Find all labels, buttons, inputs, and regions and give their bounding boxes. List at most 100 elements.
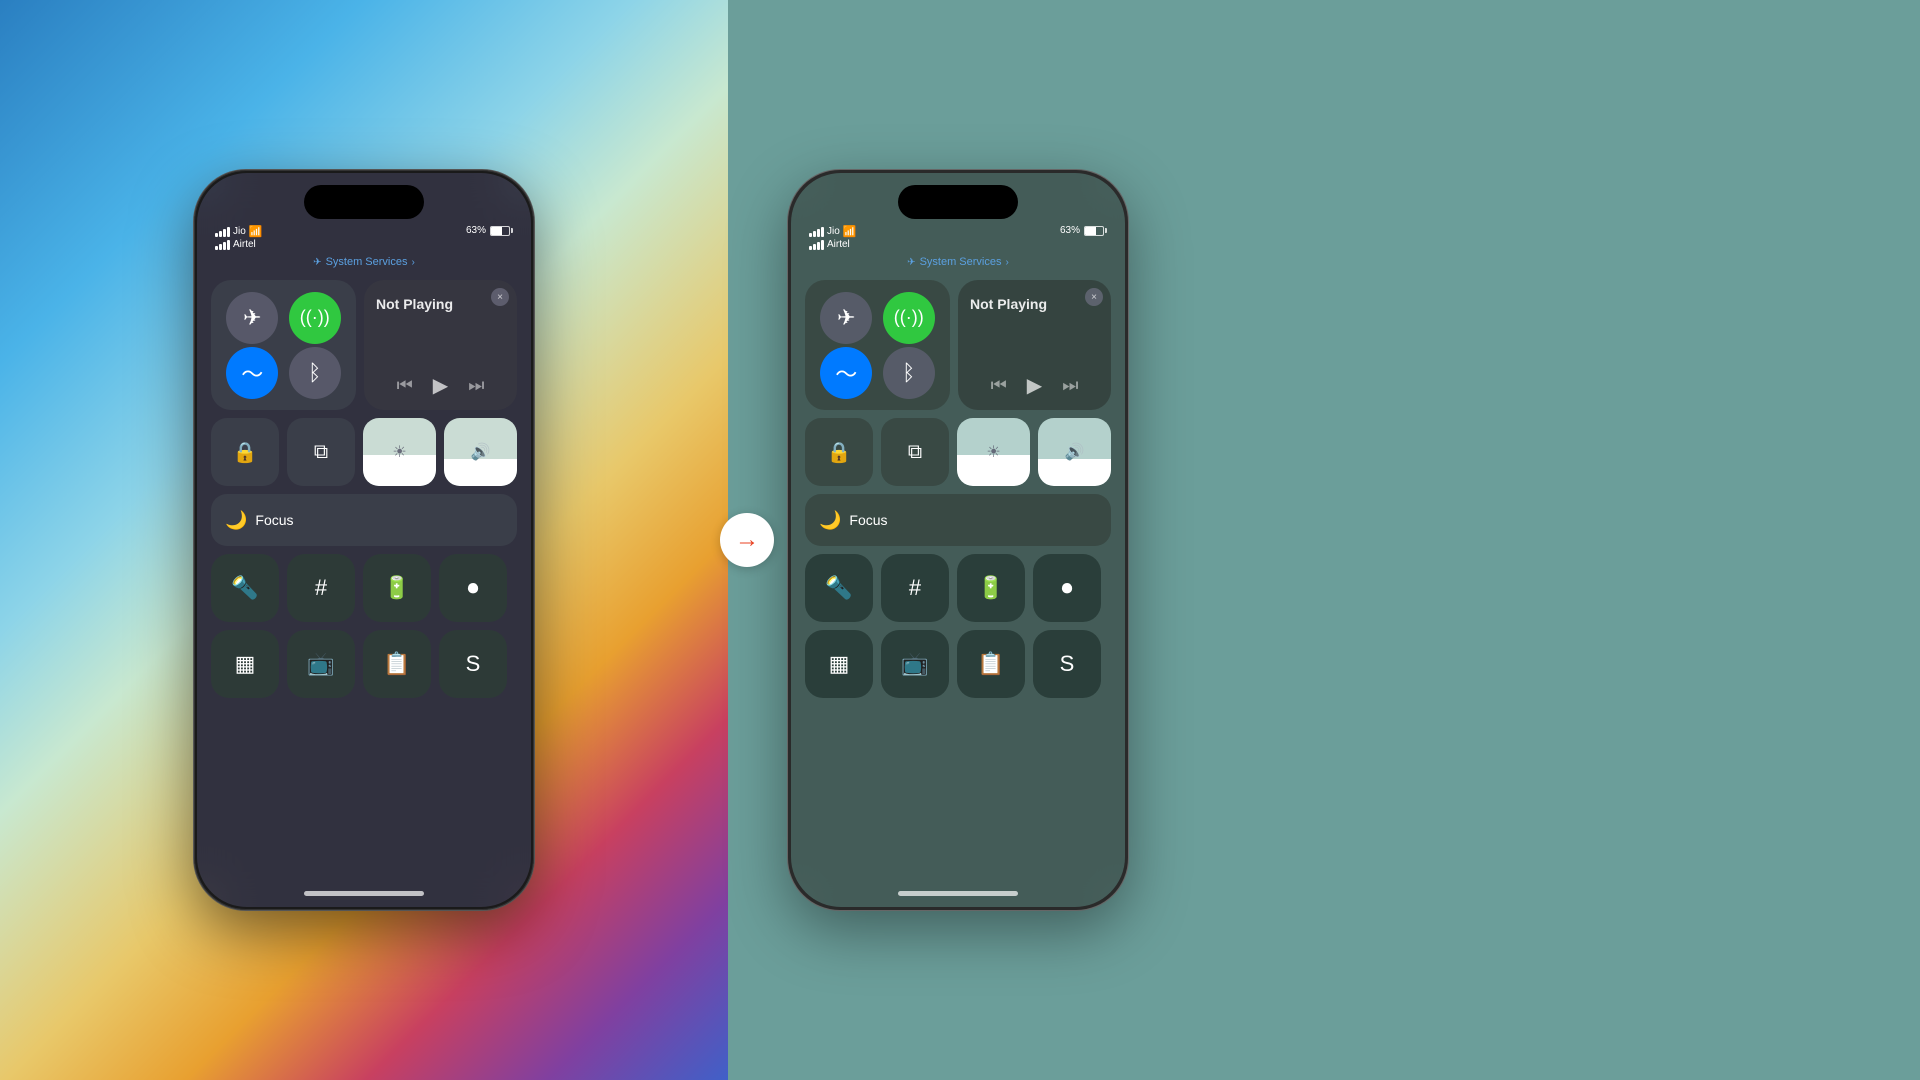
- dynamic-island-left: [304, 185, 424, 219]
- record-btn-right[interactable]: ⏺: [1033, 554, 1101, 622]
- screen-mirror-btn-left[interactable]: ⧉: [287, 418, 355, 486]
- carrier2-label-left: Airtel: [233, 239, 256, 250]
- status-bar-right: Jio 📶 Airtel 63%: [791, 219, 1125, 254]
- volume-fill-right: [1038, 459, 1111, 486]
- wifi-btn-left[interactable]: 〜: [221, 345, 284, 400]
- status-right-right: 63%: [1060, 225, 1107, 236]
- mobile-data-circle-right[interactable]: ((·)): [883, 292, 935, 344]
- remote-btn-right[interactable]: 📺: [881, 630, 949, 698]
- calculator-icon-left: #: [315, 575, 327, 601]
- home-indicator-left: [197, 879, 531, 907]
- airplane-btn-right[interactable]: ✈: [815, 290, 878, 345]
- rewind-btn-left[interactable]: ⏮: [397, 375, 413, 396]
- notes-icon-left: 📋: [383, 651, 410, 677]
- flashlight-btn-left[interactable]: 🔦: [211, 554, 279, 622]
- status-left-left: Jio 📶 Airtel: [215, 225, 263, 250]
- calculator-btn-left[interactable]: #: [287, 554, 355, 622]
- carrier1-label-right: Jio: [827, 226, 840, 237]
- close-icon-left: ×: [497, 292, 503, 303]
- volume-fill-left: [444, 459, 517, 486]
- qr-btn-left[interactable]: ▦: [211, 630, 279, 698]
- mobile-data-btn-left[interactable]: ((·)): [284, 290, 347, 345]
- notes-btn-left[interactable]: 📋: [363, 630, 431, 698]
- icon-row1-left: 🔦 # 🔋 ⏺: [211, 554, 517, 622]
- battery-percent-right: 63%: [1060, 225, 1080, 236]
- battery-fill-left: [491, 227, 502, 235]
- bluetooth-circle-left[interactable]: ᛒ: [289, 347, 341, 399]
- volume-slider-right[interactable]: 🔊: [1038, 418, 1111, 486]
- mobile-data-btn-right[interactable]: ((·)): [878, 290, 941, 345]
- airplane-btn-left[interactable]: ✈: [221, 290, 284, 345]
- battery-btn-left[interactable]: 🔋: [363, 554, 431, 622]
- remote-btn-left[interactable]: 📺: [287, 630, 355, 698]
- qr-btn-right[interactable]: ▦: [805, 630, 873, 698]
- bar5: [215, 246, 218, 250]
- second-row-left: 🔒 ⧉ ☀ 🔊: [211, 418, 517, 486]
- notes-icon-right: 📋: [977, 651, 1004, 677]
- remote-icon-right: 📺: [901, 651, 928, 677]
- shazam-btn-right[interactable]: S: [1033, 630, 1101, 698]
- play-btn-left[interactable]: ▶: [433, 373, 448, 398]
- notes-btn-right[interactable]: 📋: [957, 630, 1025, 698]
- battery-body-right: [1084, 226, 1104, 236]
- bar4r: [821, 227, 824, 237]
- rewind-btn-right[interactable]: ⏮: [991, 375, 1007, 396]
- flashlight-btn-right[interactable]: 🔦: [805, 554, 873, 622]
- left-iphone-frame: Jio 📶 Airtel 63%: [194, 170, 534, 910]
- np-close-btn-left[interactable]: ×: [491, 288, 509, 306]
- now-playing-panel-left: × Not Playing ⏮ ▶ ⏭: [364, 280, 517, 410]
- volume-slider-left[interactable]: 🔊: [444, 418, 517, 486]
- airplane-circle-right[interactable]: ✈: [820, 292, 872, 344]
- wifi-circle-right[interactable]: 〜: [820, 347, 872, 399]
- volume-icon-right: 🔊: [1065, 442, 1085, 462]
- second-row-right: 🔒 ⧉ ☀ 🔊: [805, 418, 1111, 486]
- focus-btn-right[interactable]: 🌙 Focus: [805, 494, 1111, 546]
- icon-row2-right: ▦ 📺 📋 S: [805, 630, 1111, 698]
- battery-btn-right[interactable]: 🔋: [957, 554, 1025, 622]
- fastforward-btn-left[interactable]: ⏭: [468, 375, 484, 396]
- right-iphone-screen: Jio 📶 Airtel 63%: [791, 173, 1125, 907]
- focus-label-left: Focus: [255, 512, 293, 528]
- focus-row-right: 🌙 Focus: [805, 494, 1111, 546]
- carrier1-label-left: Jio: [233, 226, 246, 237]
- close-icon-right: ×: [1091, 292, 1097, 303]
- connectivity-panel-right: ✈ ((·)) 〜: [805, 280, 950, 410]
- system-services-left[interactable]: ✈ System Services ›: [197, 254, 531, 272]
- battery-icon-left: [490, 226, 513, 236]
- brightness-slider-left[interactable]: ☀: [363, 418, 436, 486]
- record-btn-left[interactable]: ⏺: [439, 554, 507, 622]
- carrier2-line-left: Airtel: [215, 239, 263, 250]
- lock-rotation-btn-right[interactable]: 🔒: [805, 418, 873, 486]
- np-close-btn-right[interactable]: ×: [1085, 288, 1103, 306]
- bluetooth-icon-right: ᛒ: [902, 360, 915, 386]
- focus-row-left: 🌙 Focus: [211, 494, 517, 546]
- airplane-circle-left[interactable]: ✈: [226, 292, 278, 344]
- airplane-icon-left: ✈: [243, 305, 261, 331]
- status-left-right: Jio 📶 Airtel: [809, 225, 857, 250]
- bar8r: [821, 240, 824, 250]
- mobile-data-circle-left[interactable]: ((·)): [289, 292, 341, 344]
- carrier1-line-right: Jio 📶: [809, 225, 857, 238]
- bluetooth-circle-right[interactable]: ᛒ: [883, 347, 935, 399]
- bar7: [223, 242, 226, 250]
- focus-btn-left[interactable]: 🌙 Focus: [211, 494, 517, 546]
- screen-mirror-btn-right[interactable]: ⧉: [881, 418, 949, 486]
- system-services-right[interactable]: ✈ System Services ›: [791, 254, 1125, 272]
- calculator-icon-right: #: [909, 575, 921, 601]
- wifi-circle-left[interactable]: 〜: [226, 347, 278, 399]
- calculator-btn-right[interactable]: #: [881, 554, 949, 622]
- bluetooth-btn-right[interactable]: ᛒ: [878, 345, 941, 400]
- right-iphone-frame: Jio 📶 Airtel 63%: [788, 170, 1128, 910]
- play-btn-right[interactable]: ▶: [1027, 373, 1042, 398]
- bluetooth-icon-left: ᛒ: [308, 360, 321, 386]
- wifi-btn-right[interactable]: 〜: [815, 345, 878, 400]
- divider-arrow: →: [720, 513, 774, 567]
- chevron-right-left: ›: [411, 257, 414, 268]
- fastforward-btn-right[interactable]: ⏭: [1062, 375, 1078, 396]
- bluetooth-btn-left[interactable]: ᛒ: [284, 345, 347, 400]
- brightness-slider-right[interactable]: ☀: [957, 418, 1030, 486]
- top-row-left: ✈ ((·)) 〜: [211, 280, 517, 410]
- lock-rotation-btn-left[interactable]: 🔒: [211, 418, 279, 486]
- carrier2-label-right: Airtel: [827, 239, 850, 250]
- shazam-btn-left[interactable]: S: [439, 630, 507, 698]
